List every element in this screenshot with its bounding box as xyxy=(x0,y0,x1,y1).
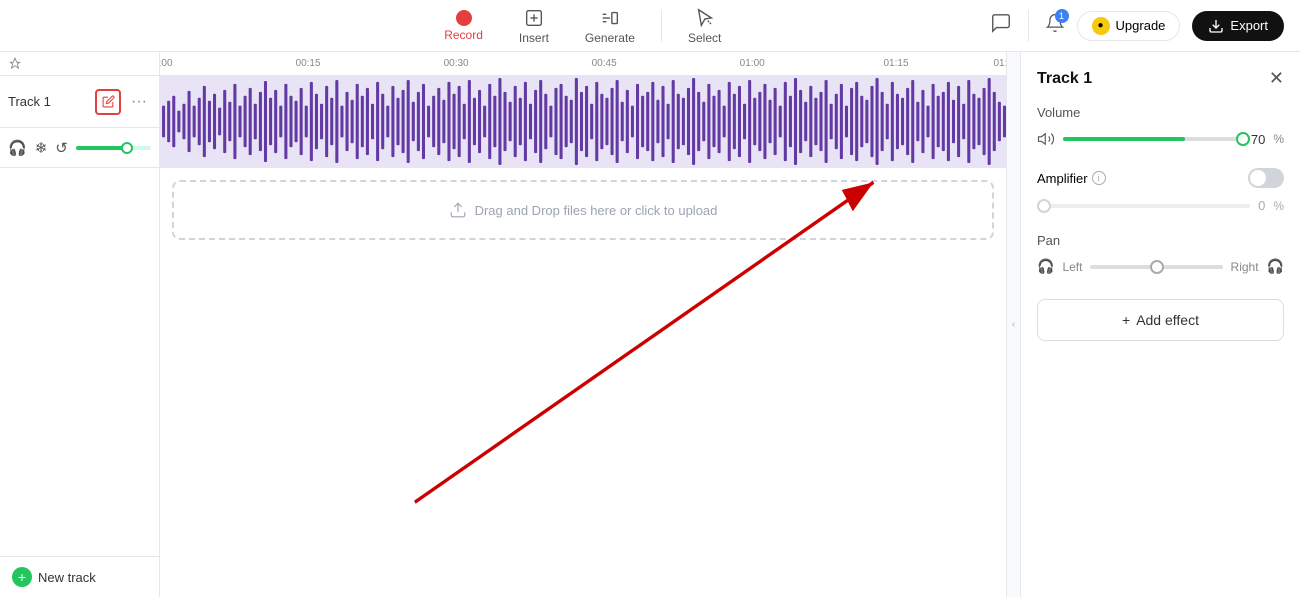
speaker-icon xyxy=(1037,130,1055,148)
ruler-mark-6: 01:30 xyxy=(993,58,1006,69)
drop-zone[interactable]: Drag and Drop files here or click to upl… xyxy=(172,180,994,240)
toolbar-center: Record Insert Generate Select xyxy=(430,3,735,49)
add-effect-label: Add effect xyxy=(1136,312,1199,328)
upgrade-button[interactable]: ● Upgrade xyxy=(1077,11,1181,41)
record-icon xyxy=(456,10,472,26)
edit-icon xyxy=(102,95,115,108)
amp-value: 0 xyxy=(1258,198,1265,213)
toolbar-right: 1 ● Upgrade Export xyxy=(990,10,1284,42)
waveform-track[interactable]: // Will be rendered as static SVG paths … xyxy=(160,76,1006,168)
ruler-mark-3: 00:45 xyxy=(592,58,617,69)
notif-badge: 1 xyxy=(1055,9,1069,23)
amplifier-toggle[interactable] xyxy=(1248,168,1284,188)
track-volume-thumb xyxy=(121,142,133,154)
pan-slider[interactable] xyxy=(1090,265,1222,269)
left-spacer xyxy=(0,168,159,556)
toolbar-divider-right xyxy=(1028,10,1029,42)
insert-icon xyxy=(523,7,545,29)
generate-icon xyxy=(599,7,621,29)
add-effect-plus: + xyxy=(1122,312,1130,328)
left-headphone-icon: 🎧 xyxy=(1037,258,1054,275)
amp-slider-row: 0 % xyxy=(1037,198,1284,213)
volume-slider[interactable] xyxy=(1063,137,1237,141)
timeline-area: 00:00 00:15 00:30 00:45 01:00 01:15 01:3… xyxy=(160,52,1006,597)
coin-icon: ● xyxy=(1092,17,1110,35)
generate-tool[interactable]: Generate xyxy=(571,3,649,49)
amplifier-header: Amplifier i xyxy=(1037,168,1284,188)
pan-section: Pan 🎧 Left Right 🎧 xyxy=(1037,233,1284,275)
volume-row: 70 % xyxy=(1037,130,1284,148)
export-label: Export xyxy=(1230,18,1268,33)
new-track-button[interactable]: + New track xyxy=(0,556,159,597)
chat-icon xyxy=(990,12,1012,34)
volume-pct: % xyxy=(1273,132,1284,146)
select-tool[interactable]: Select xyxy=(674,3,735,49)
toolbar-divider xyxy=(661,10,662,42)
amp-slider[interactable] xyxy=(1037,204,1250,208)
export-button[interactable]: Export xyxy=(1192,11,1284,41)
upload-icon xyxy=(449,201,467,219)
toolbar: Record Insert Generate Select xyxy=(0,0,1300,52)
insert-tool[interactable]: Insert xyxy=(505,3,563,49)
track-controls: 🎧 ❄ ↺ xyxy=(0,128,159,168)
pan-thumb xyxy=(1150,260,1164,274)
ruler-mark-4: 01:00 xyxy=(740,58,765,69)
drop-area-label: Drag and Drop files here or click to upl… xyxy=(475,203,718,218)
volume-section: Volume 70 % xyxy=(1037,105,1284,168)
pan-row: 🎧 Left Right 🎧 xyxy=(1037,258,1284,275)
amplifier-section: Amplifier i 0 % xyxy=(1037,168,1284,233)
panel-close-button[interactable]: ✕ xyxy=(1269,68,1284,89)
amp-pct: % xyxy=(1273,199,1284,213)
ruler-marks: 00:00 00:15 00:30 00:45 01:00 01:15 01:3… xyxy=(160,52,1006,75)
amplifier-label: Amplifier xyxy=(1037,171,1088,186)
insert-label: Insert xyxy=(519,31,549,45)
loop-button[interactable]: ↺ xyxy=(55,139,68,157)
volume-label: Volume xyxy=(1037,105,1284,120)
ruler-mark-5: 01:15 xyxy=(884,58,909,69)
upgrade-label: Upgrade xyxy=(1116,18,1166,33)
snowflake-button[interactable]: ❄ xyxy=(35,139,48,157)
pan-right-label: Right xyxy=(1231,260,1259,274)
record-tool[interactable]: Record xyxy=(430,6,497,46)
volume-fill xyxy=(1063,137,1185,141)
amp-thumb xyxy=(1037,199,1051,213)
track-name: Track 1 xyxy=(8,94,89,109)
notification-button[interactable]: 1 xyxy=(1045,13,1065,38)
right-panel: Track 1 ✕ Volume 70 % xyxy=(1020,52,1300,597)
plus-icon: + xyxy=(12,567,32,587)
chat-button[interactable] xyxy=(990,12,1012,39)
ruler-left xyxy=(0,52,159,76)
amplifier-info-button[interactable]: i xyxy=(1092,171,1106,185)
panel-collapse-handle[interactable]: ‹ xyxy=(1006,52,1020,597)
add-effect-button[interactable]: + Add effect xyxy=(1037,299,1284,341)
volume-thumb xyxy=(1236,132,1250,146)
headphones-button[interactable]: 🎧 xyxy=(8,139,27,157)
track-header: Track 1 ··· xyxy=(0,76,159,128)
generate-label: Generate xyxy=(585,31,635,45)
left-panel: Track 1 ··· 🎧 ❄ ↺ + New track xyxy=(0,52,160,597)
panel-header: Track 1 ✕ xyxy=(1037,68,1284,89)
ruler-mark-2: 00:30 xyxy=(444,58,469,69)
select-icon xyxy=(694,7,716,29)
new-track-label: New track xyxy=(38,570,96,585)
timeline-ruler: 00:00 00:15 00:30 00:45 01:00 01:15 01:3… xyxy=(160,52,1006,76)
pan-left-label: Left xyxy=(1062,260,1082,274)
more-options-button[interactable]: ··· xyxy=(127,91,151,113)
toggle-knob xyxy=(1250,170,1266,186)
panel-title: Track 1 xyxy=(1037,70,1092,88)
select-label: Select xyxy=(688,31,721,45)
right-headphone-icon: 🎧 xyxy=(1267,258,1284,275)
ruler-mark-0: 00:00 xyxy=(160,58,173,69)
record-label: Record xyxy=(444,28,483,42)
pin-icon xyxy=(8,57,22,71)
track-volume-slider[interactable] xyxy=(76,146,151,150)
waveform-svg: // Will be rendered as static SVG paths … xyxy=(160,76,1006,167)
export-icon xyxy=(1208,18,1224,34)
edit-track-button[interactable] xyxy=(95,89,121,115)
pan-label: Pan xyxy=(1037,233,1284,248)
main-area: Track 1 ··· 🎧 ❄ ↺ + New track xyxy=(0,52,1300,597)
ruler-mark-1: 00:15 xyxy=(296,58,321,69)
